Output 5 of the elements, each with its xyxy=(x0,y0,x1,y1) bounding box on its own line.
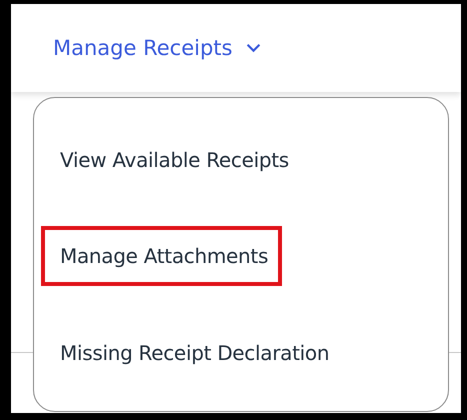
menu-item[interactable]: Missing Receipt Declaration xyxy=(41,322,344,383)
menu-item[interactable]: Manage Attachments xyxy=(41,226,282,286)
caret-icon xyxy=(246,43,262,53)
menu-item[interactable]: View Available Receipts xyxy=(41,130,303,190)
manage-receipts-menu-button[interactable]: Manage Receipts xyxy=(53,36,262,60)
